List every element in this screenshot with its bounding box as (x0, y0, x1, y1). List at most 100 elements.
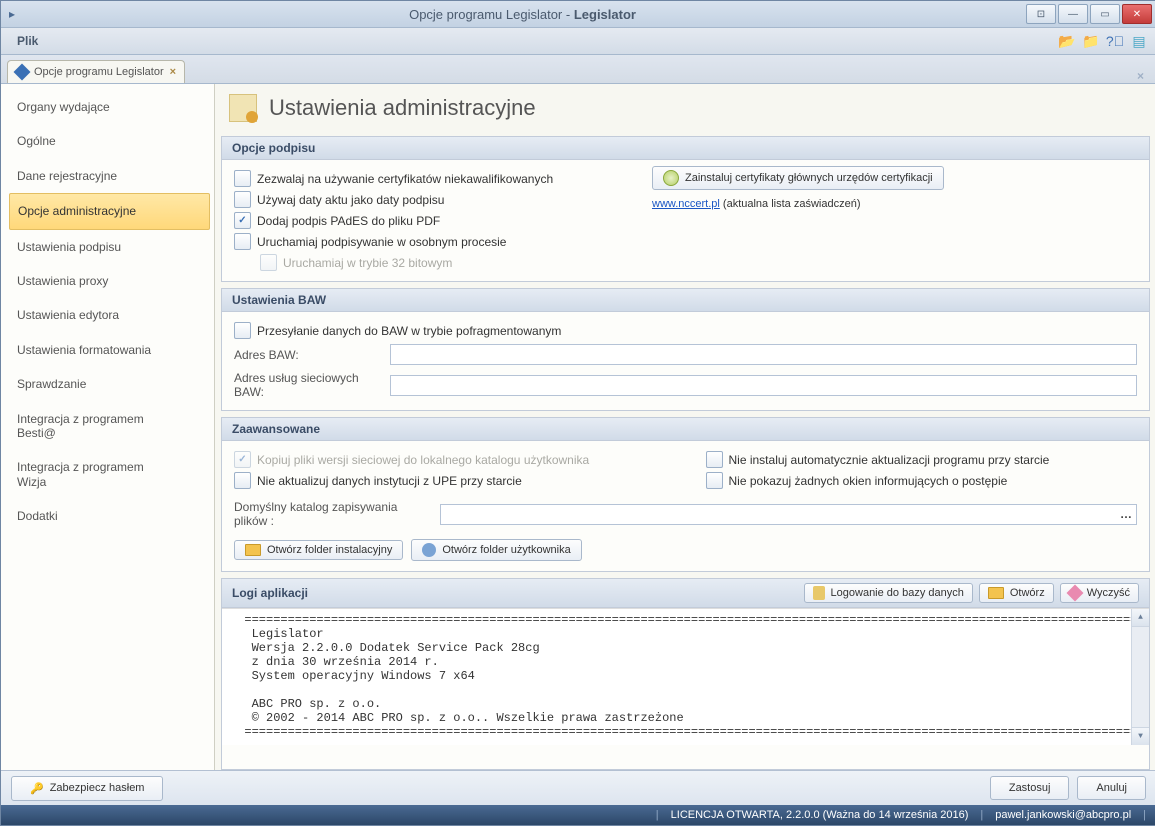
eraser-icon (1066, 585, 1083, 602)
status-email: pawel.jankowski@abcpro.pl (995, 809, 1131, 821)
window-controls: ⊡ — ▭ ✕ (1026, 4, 1152, 24)
scroll-down-icon[interactable]: ▼ (1132, 727, 1149, 745)
sidebar-item-integracja-bestia[interactable]: Integracja z programem Besti@ (9, 402, 210, 451)
user-icon (422, 543, 436, 557)
btn-apply[interactable]: Zastosuj (990, 776, 1070, 800)
section-advanced: Zaawansowane Kopiuj pliki wersji sieciow… (221, 417, 1150, 572)
page-header: Ustawienia administracyjne (221, 88, 1150, 136)
section-b-baw: Przesyłanie danych do BAW w trybie pofra… (222, 312, 1149, 410)
lbl-use-act-date: Używaj daty aktu jako daty podpisu (257, 193, 444, 207)
menubar-icons: 📂 📁 ?⃝ ▤ (1058, 32, 1148, 50)
gear-icon (246, 111, 258, 123)
cb-allow-nonqual[interactable] (234, 170, 251, 187)
sidebar-item-ustawienia-podpisu[interactable]: Ustawienia podpisu (9, 230, 210, 264)
database-icon (813, 586, 825, 600)
lbl-baw-fragment: Przesyłanie danych do BAW w trybie pofra… (257, 324, 561, 338)
section-h-advanced: Zaawansowane (222, 418, 1149, 441)
sidebar: Organy wydające Ogólne Dane rejestracyjn… (1, 84, 215, 770)
section-h-baw: Ustawienia BAW (222, 289, 1149, 312)
cert-icon (663, 170, 679, 186)
cb-no-progress[interactable] (706, 472, 723, 489)
section-logs: Logi aplikacji Logowanie do bazy danych … (221, 578, 1150, 770)
section-b-signature: Zezwalaj na używanie certyfikatów niekaw… (222, 160, 1149, 281)
btn-install-certs[interactable]: Zainstaluj certyfikaty głównych urzędów … (652, 166, 944, 190)
tab-label: Opcje programu Legislator (34, 66, 164, 78)
tabbar-close-all-icon[interactable]: × (1131, 69, 1150, 83)
log-area[interactable]: ========================================… (222, 608, 1149, 745)
minimize-button[interactable]: — (1058, 4, 1088, 24)
sidebar-item-sprawdzanie[interactable]: Sprawdzanie (9, 367, 210, 401)
scroll-up-icon[interactable]: ▲ (1132, 609, 1149, 627)
input-baw-address[interactable] (390, 344, 1137, 365)
close-button[interactable]: ✕ (1122, 4, 1152, 24)
btn-secure-password[interactable]: 🔑Zabezpiecz hasłem (11, 776, 163, 801)
cb-separate-process[interactable] (234, 233, 251, 250)
app-menu-arrow[interactable]: ▸ (5, 7, 19, 21)
lbl-no-auto-update: Nie instaluj automatycznie aktualizacji … (729, 453, 1050, 467)
window-title: Opcje programu Legislator - Legislator (19, 7, 1026, 22)
sidebar-item-dodatki[interactable]: Dodatki (9, 499, 210, 533)
lbl-allow-nonqual: Zezwalaj na używanie certyfikatów niekaw… (257, 172, 553, 186)
path-browse-icon[interactable]: … (1120, 507, 1132, 521)
tabbar: Opcje programu Legislator × × (1, 55, 1155, 84)
app-window: ▸ Opcje programu Legislator - Legislator… (0, 0, 1155, 826)
menu-file[interactable]: Plik (9, 31, 46, 51)
maximize-button[interactable]: ▭ (1090, 4, 1120, 24)
titlebar: ▸ Opcje programu Legislator - Legislator… (1, 1, 1155, 28)
cb-use-act-date[interactable] (234, 191, 251, 208)
section-h-logs: Logi aplikacji Logowanie do bazy danych … (222, 579, 1149, 608)
sidebar-item-ogolne[interactable]: Ogólne (9, 124, 210, 158)
cert-link-suffix: (aktualna lista zaświadczeń) (720, 198, 861, 210)
folder-open-icon[interactable]: 📂 (1058, 32, 1076, 50)
btn-log-clear[interactable]: Wyczyść (1060, 583, 1139, 603)
tab-icon (14, 64, 31, 81)
folder-icon (988, 587, 1004, 599)
statusbar: | LICENCJA OTWARTA, 2.2.0.0 (Ważna do 14… (1, 805, 1155, 825)
help-icon[interactable]: ?⃝ (1106, 32, 1124, 50)
lbl-baw-address: Adres BAW: (234, 348, 384, 362)
sidebar-item-organy[interactable]: Organy wydające (9, 90, 210, 124)
title-bold: Legislator (574, 7, 636, 22)
input-default-path[interactable]: … (440, 504, 1137, 525)
cb-32bit (260, 254, 277, 271)
sidebar-item-ustawienia-edytora[interactable]: Ustawienia edytora (9, 298, 210, 332)
section-b-advanced: Kopiuj pliki wersji sieciowej do lokalne… (222, 441, 1149, 571)
cb-copy-network (234, 451, 251, 468)
input-baw-services[interactable] (390, 375, 1137, 396)
btn-open-install-folder[interactable]: Otwórz folder instalacyjny (234, 540, 403, 560)
link-nccert[interactable]: www.nccert.pl (652, 198, 720, 210)
cb-no-upe-update[interactable] (234, 472, 251, 489)
folder-icon (245, 544, 261, 556)
lbl-pades: Dodaj podpis PAdES do pliku PDF (257, 214, 440, 228)
section-h-signature: Opcje podpisu (222, 137, 1149, 160)
menubar: Plik 📂 📁 ?⃝ ▤ (1, 28, 1155, 55)
cb-pades[interactable] (234, 212, 251, 229)
btn-log-db[interactable]: Logowanie do bazy danych (804, 583, 973, 603)
log-text: ========================================… (230, 613, 1149, 739)
folder-settings-icon[interactable]: 📁 (1082, 32, 1100, 50)
body: Organy wydające Ogólne Dane rejestracyjn… (1, 84, 1155, 770)
cb-baw-fragment[interactable] (234, 322, 251, 339)
btn-cancel[interactable]: Anuluj (1077, 776, 1146, 800)
sidebar-item-opcje-administracyjne[interactable]: Opcje administracyjne (9, 193, 210, 229)
cb-no-auto-update[interactable] (706, 451, 723, 468)
cert-link-row: www.nccert.pl (aktualna lista zaświadcze… (652, 198, 944, 210)
lbl-copy-network: Kopiuj pliki wersji sieciowej do lokalne… (257, 453, 589, 467)
log-scrollbar[interactable]: ▲ ▼ (1131, 609, 1149, 745)
btn-log-open[interactable]: Otwórz (979, 583, 1054, 603)
tab-close-icon[interactable]: × (170, 66, 176, 78)
lbl-32bit: Uruchamiaj w trybie 32 bitowym (283, 256, 452, 270)
lbl-default-path: Domyślny katalog zapisywania plików : (234, 500, 434, 528)
btn-open-user-folder[interactable]: Otwórz folder użytkownika (411, 539, 581, 561)
section-signature: Opcje podpisu Zezwalaj na używanie certy… (221, 136, 1150, 282)
section-baw: Ustawienia BAW Przesyłanie danych do BAW… (221, 288, 1150, 411)
chat-icon[interactable]: ▤ (1130, 32, 1148, 50)
sidebar-item-dane-rejestracyjne[interactable]: Dane rejestracyjne (9, 159, 210, 193)
lbl-no-progress: Nie pokazuj żadnych okien informujących … (729, 474, 1008, 488)
ribbon-minimize-button[interactable]: ⊡ (1026, 4, 1056, 24)
sidebar-item-ustawienia-formatowania[interactable]: Ustawienia formatowania (9, 333, 210, 367)
sidebar-item-ustawienia-proxy[interactable]: Ustawienia proxy (9, 264, 210, 298)
tab-options[interactable]: Opcje programu Legislator × (7, 60, 185, 83)
sidebar-item-integracja-wizja[interactable]: Integracja z programem Wizja (9, 450, 210, 499)
lbl-baw-services: Adres usług sieciowych BAW: (234, 371, 384, 399)
